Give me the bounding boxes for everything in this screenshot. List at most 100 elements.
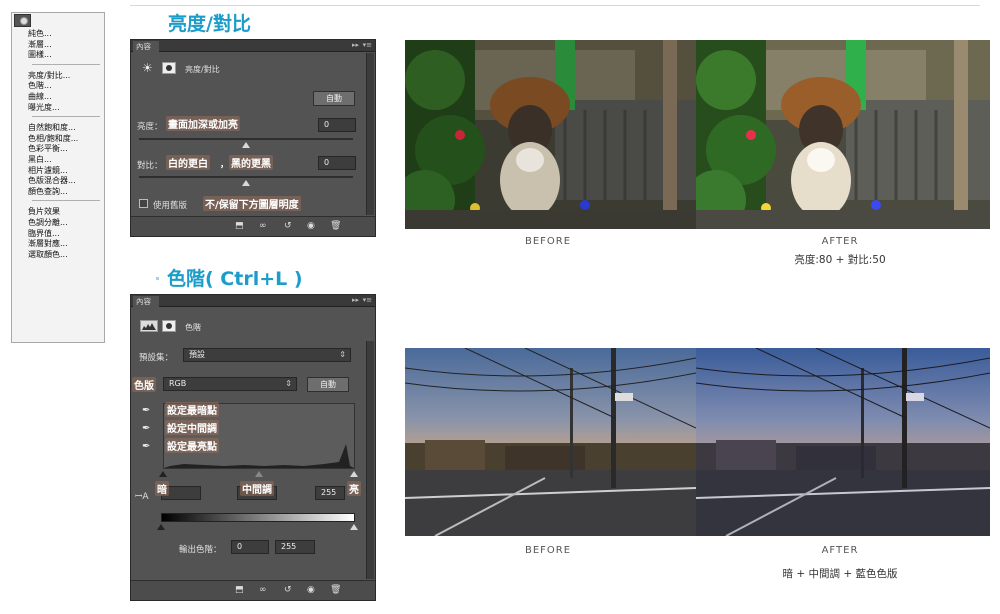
panel-title: 亮度/對比	[185, 65, 220, 74]
shadow-annotation: 暗	[155, 481, 169, 496]
link-icon[interactable]: ∞	[259, 221, 267, 231]
eyedropper-gray-icon[interactable]: ✒	[142, 423, 150, 434]
channel-select[interactable]: RGB ⇕	[163, 377, 297, 391]
mask-icon[interactable]	[162, 320, 176, 332]
contrast-label: 對比：	[137, 161, 163, 171]
input-levels-icon: ꟷA	[135, 492, 149, 502]
preset-select[interactable]: 預設 ⇕	[183, 348, 351, 362]
legacy-checkbox[interactable]	[139, 199, 148, 208]
panel-menu-icon[interactable]: ▾≡	[363, 296, 372, 304]
brightness-slider-thumb[interactable]	[242, 142, 250, 148]
bullet-dot	[156, 277, 159, 280]
contrast-annotation-sep: ，	[220, 160, 229, 170]
adjustment-layer-icon[interactable]	[14, 14, 31, 27]
after-photo-street	[696, 348, 990, 536]
legacy-annotation: 不/保留下方圖層明度	[203, 196, 301, 211]
eyedropper-white-icon[interactable]: ✒	[142, 441, 150, 452]
section-title-brightness: 亮度/對比	[168, 13, 251, 35]
channel-select-value: RGB	[169, 379, 187, 388]
menu-item[interactable]: 色版混合器...	[12, 176, 104, 187]
menu-item[interactable]: 相片濾鏡...	[12, 166, 104, 177]
brightness-contrast-panel: 內容 ▸▸ ▾≡ ☀ 亮度/對比 自動 亮度： 畫面加深或加亮 0 對比： 白的…	[130, 39, 376, 237]
brightness-annotation: 畫面加深或加亮	[166, 116, 240, 131]
contrast-input[interactable]: 0	[318, 156, 356, 170]
menu-item[interactable]: 選取顏色...	[12, 250, 104, 261]
after-subcaption-2: 暗 + 中間調 + 藍色色版	[782, 568, 898, 580]
panel-title: 色階	[185, 323, 201, 332]
trash-icon[interactable]: 🗑	[330, 585, 341, 595]
reset-icon[interactable]: ↺	[284, 221, 292, 231]
reset-icon[interactable]: ↺	[284, 585, 292, 595]
visibility-icon[interactable]: ◉	[307, 221, 315, 231]
link-icon[interactable]: ∞	[259, 585, 267, 595]
brightness-label: 亮度：	[137, 122, 163, 132]
collapse-icon[interactable]: ▸▸	[352, 296, 359, 304]
menu-item[interactable]: 曝光度...	[12, 103, 104, 114]
legacy-label: 使用舊版	[153, 201, 188, 211]
auto-button[interactable]: 自動	[307, 377, 349, 392]
clip-icon[interactable]: ⬒	[235, 585, 244, 595]
section-title-levels: 色階( Ctrl+L )	[167, 268, 303, 290]
sun-icon: ☀	[142, 61, 153, 75]
contrast-annotation-white: 白的更白	[166, 155, 210, 170]
menu-item[interactable]: 色調分離...	[12, 218, 104, 229]
output-black-field[interactable]: 0	[231, 540, 269, 554]
output-label: 輸出色階：	[179, 545, 222, 555]
menu-item[interactable]: 純色...	[12, 29, 104, 40]
output-black-thumb[interactable]	[157, 524, 165, 530]
panel-footer: ⬒ ∞ ↺ ◉ 🗑	[131, 580, 375, 600]
trash-icon[interactable]: 🗑	[330, 221, 341, 231]
after-caption-1: AFTER	[821, 236, 859, 247]
input-black-thumb[interactable]	[159, 471, 167, 477]
menu-item[interactable]: 曲線...	[12, 92, 104, 103]
chevron-updown-icon: ⇕	[339, 350, 346, 359]
output-white-thumb[interactable]	[350, 524, 358, 530]
midtone-annotation: 中間調	[240, 481, 274, 496]
contrast-slider-track[interactable]	[139, 176, 353, 178]
brightness-slider-track[interactable]	[139, 138, 353, 140]
menu-item[interactable]: 臨界值...	[12, 229, 104, 240]
panel-scrollbar[interactable]	[366, 53, 374, 215]
input-white-field[interactable]: 255	[315, 486, 345, 500]
menu-item[interactable]: 漸層...	[12, 40, 104, 51]
panel-tabbar: 內容 ▸▸ ▾≡	[131, 295, 375, 307]
input-mid-thumb[interactable]	[255, 471, 263, 477]
menu-item[interactable]: 黑白...	[12, 155, 104, 166]
levels-panel: 內容 ▸▸ ▾≡ 色階 預設集： 預設 ⇕ 色版 RGB ⇕ 自動 ✒ 設定最暗…	[130, 294, 376, 601]
after-subcaption-1: 亮度:80 + 對比:50	[794, 254, 886, 266]
collapse-icon[interactable]: ▸▸	[352, 41, 359, 49]
clip-icon[interactable]: ⬒	[235, 221, 244, 231]
contrast-slider-thumb[interactable]	[242, 180, 250, 186]
visibility-icon[interactable]: ◉	[307, 585, 315, 595]
preset-select-value: 預設	[189, 350, 205, 359]
before-photo-statue	[405, 40, 696, 229]
output-white-field[interactable]: 255	[275, 540, 315, 554]
top-divider	[130, 5, 980, 6]
menu-item[interactable]: 色彩平衡...	[12, 144, 104, 155]
panel-tabbar: 內容 ▸▸ ▾≡	[131, 40, 375, 52]
eyedropper-black-icon[interactable]: ✒	[142, 405, 150, 416]
menu-item[interactable]: 顏色查詢...	[12, 187, 104, 198]
histogram-icon	[140, 320, 158, 332]
tab-properties[interactable]: 內容	[133, 41, 159, 52]
tab-properties[interactable]: 內容	[133, 296, 159, 307]
input-white-thumb[interactable]	[350, 471, 358, 477]
preset-label: 預設集：	[139, 353, 174, 363]
menu-item[interactable]: 負片效果	[12, 207, 104, 218]
panel-menu-icon[interactable]: ▾≡	[363, 41, 372, 49]
eyedropper-gray-annotation: 設定中間調	[165, 420, 219, 435]
mask-icon[interactable]	[162, 62, 176, 74]
brightness-input[interactable]: 0	[318, 118, 356, 132]
menu-item[interactable]: 亮度/對比...	[12, 71, 104, 82]
auto-button[interactable]: 自動	[313, 91, 355, 106]
menu-item[interactable]: 圖樣...	[12, 50, 104, 61]
menu-separator	[12, 64, 104, 71]
adjustment-menu: 純色... 漸層... 圖樣... 亮度/對比... 色階... 曲線... 曝光度... 自…	[11, 12, 105, 343]
output-gradient-bar	[161, 513, 355, 522]
menu-item[interactable]: 色相/飽和度...	[12, 134, 104, 145]
menu-item[interactable]: 漸層對應...	[12, 239, 104, 250]
panel-scrollbar[interactable]	[366, 341, 374, 579]
menu-item[interactable]: 色階...	[12, 81, 104, 92]
menu-item[interactable]: 自然飽和度...	[12, 123, 104, 134]
chevron-updown-icon: ⇕	[285, 379, 292, 388]
